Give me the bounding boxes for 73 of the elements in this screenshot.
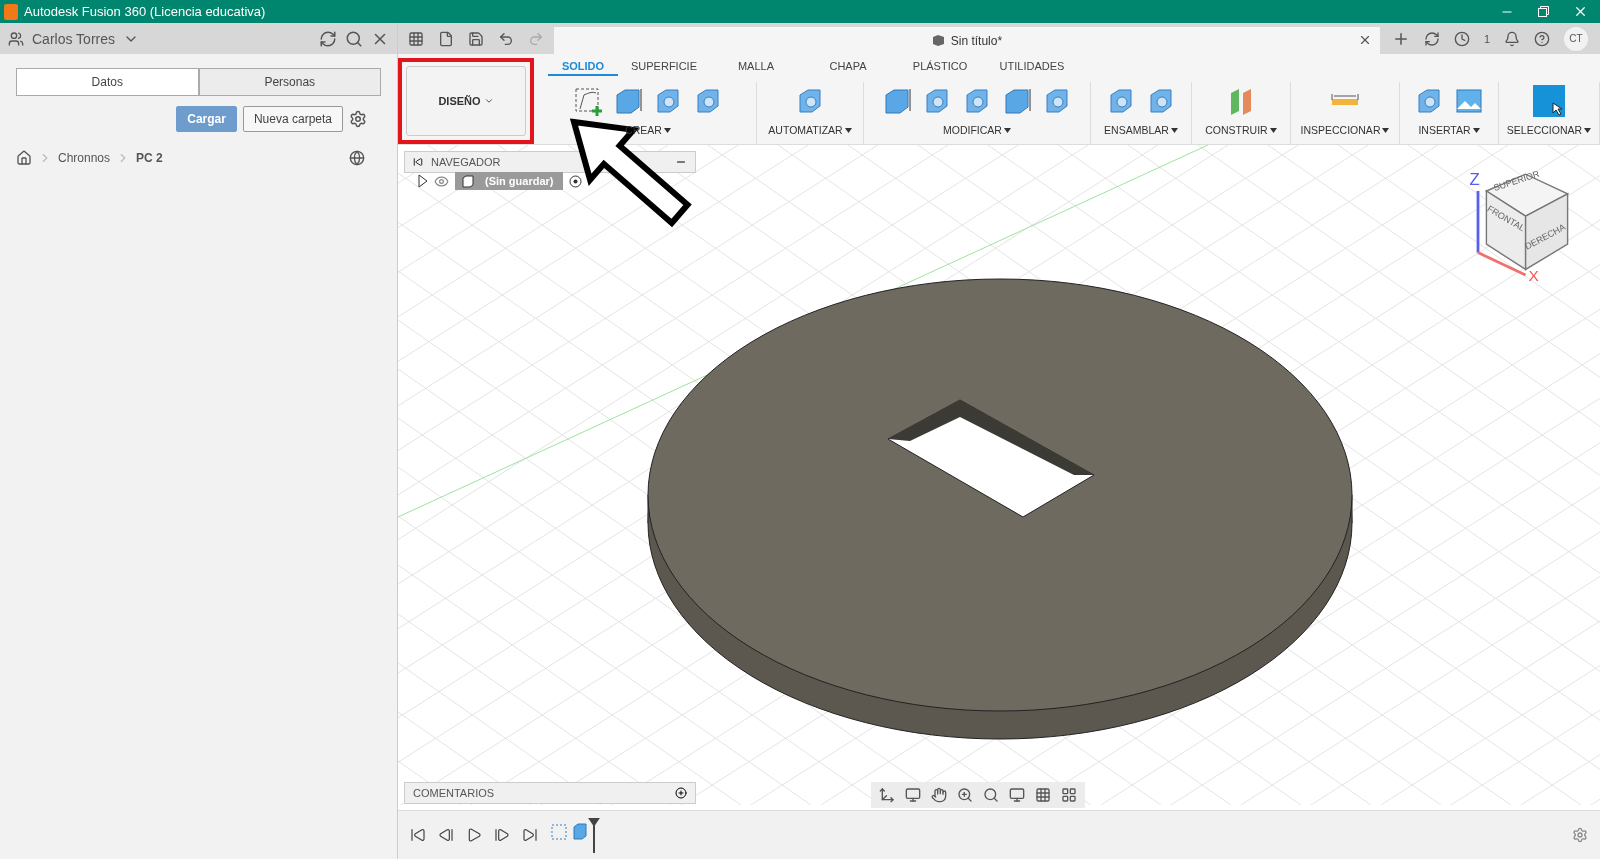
group-menu[interactable]: INSERTAR (1418, 124, 1480, 136)
caret-icon (844, 127, 852, 133)
caret-icon (1170, 127, 1178, 133)
grid-icon[interactable] (1035, 787, 1051, 803)
settings-icon[interactable] (1572, 827, 1588, 843)
group-menu[interactable]: INSPECCIONAR (1300, 124, 1390, 136)
display-icon[interactable] (1009, 787, 1025, 803)
caret-icon (1472, 127, 1480, 133)
zoom-icon[interactable] (957, 787, 973, 803)
next-icon[interactable] (494, 827, 510, 843)
panel-title: NAVEGADOR (431, 156, 502, 168)
first-icon[interactable] (410, 827, 426, 843)
last-icon[interactable] (522, 827, 538, 843)
caret-icon (1382, 127, 1390, 133)
help-icon[interactable] (1534, 30, 1550, 47)
window-title: Autodesk Fusion 360 (Licencia educativa) (24, 4, 267, 19)
save-icon[interactable] (468, 30, 484, 47)
undo-icon[interactable] (498, 30, 514, 47)
home-icon[interactable] (16, 150, 32, 166)
pan-icon[interactable] (931, 787, 947, 803)
user-name[interactable]: Carlos Torres (32, 30, 115, 47)
caret-icon (1584, 127, 1592, 133)
ribbon-tab[interactable]: PLÁSTICO (894, 54, 986, 76)
ribbon-tab[interactable]: SUPERFICIE (618, 54, 710, 76)
notification-icon[interactable] (1504, 30, 1520, 47)
clock-icon[interactable] (1453, 30, 1470, 47)
job-count: 1 (1483, 32, 1490, 45)
cube-icon (931, 34, 945, 47)
restore-icon[interactable] (1538, 6, 1549, 17)
panel-tab[interactable]: Personas (198, 68, 381, 96)
settings-icon[interactable] (349, 110, 367, 128)
new-folder-button[interactable]: Nueva carpeta (242, 106, 343, 132)
search-icon[interactable] (345, 29, 363, 48)
apps-grid-icon[interactable] (408, 30, 424, 47)
previous-icon[interactable] (438, 827, 454, 843)
workspace-dropdown[interactable]: DISEÑO (406, 66, 526, 136)
radio-icon[interactable] (569, 174, 583, 188)
viewports-icon[interactable] (1061, 787, 1077, 803)
group-menu[interactable]: SELECCIONAR (1506, 124, 1592, 136)
group-menu[interactable]: ENSAMBLAR (1104, 124, 1178, 136)
add-icon[interactable] (675, 787, 687, 799)
caret-icon (483, 96, 494, 106)
ribbon-tab[interactable]: MALLA (710, 54, 802, 76)
group-menu[interactable]: MODIFICAR (943, 124, 1011, 136)
tool-icon[interactable] (572, 85, 604, 117)
timeline-drawing[interactable] (550, 817, 600, 853)
globe-icon[interactable] (349, 150, 365, 166)
caret-icon (663, 127, 671, 133)
breadcrumb-item[interactable]: Chronnos (58, 151, 111, 165)
sync-icon[interactable] (1423, 30, 1440, 47)
panel-tab[interactable]: Datos (16, 68, 199, 96)
caret-icon (1269, 127, 1277, 133)
play-icon[interactable] (466, 827, 482, 843)
ribbon-tab[interactable]: UTILIDADES (986, 54, 1078, 76)
panel-title: COMENTARIOS (413, 787, 496, 799)
expand-icon[interactable] (418, 174, 428, 188)
document-title: Sin título* (950, 33, 1003, 48)
user-avatar[interactable]: CT (1564, 26, 1588, 51)
breadcrumb-item[interactable]: PC 2 (136, 151, 163, 165)
close-icon[interactable] (1573, 4, 1588, 19)
refresh-icon[interactable] (319, 29, 337, 48)
visibility-icon[interactable] (434, 173, 449, 189)
ribbon-tab[interactable]: CHAPA (802, 54, 894, 76)
tool-icon[interactable] (1533, 85, 1565, 117)
app-logo-icon (4, 3, 18, 20)
group-menu[interactable]: CONSTRUIR (1205, 124, 1277, 136)
group-menu[interactable]: AUTOMATIZAR (768, 124, 852, 136)
team-icon (8, 30, 24, 47)
zoom-window-icon[interactable] (983, 787, 999, 803)
caret-icon (1003, 127, 1011, 133)
document-tab[interactable]: Sin título* (554, 27, 1380, 54)
collapse-icon[interactable] (413, 157, 423, 167)
file-icon[interactable] (438, 30, 454, 47)
